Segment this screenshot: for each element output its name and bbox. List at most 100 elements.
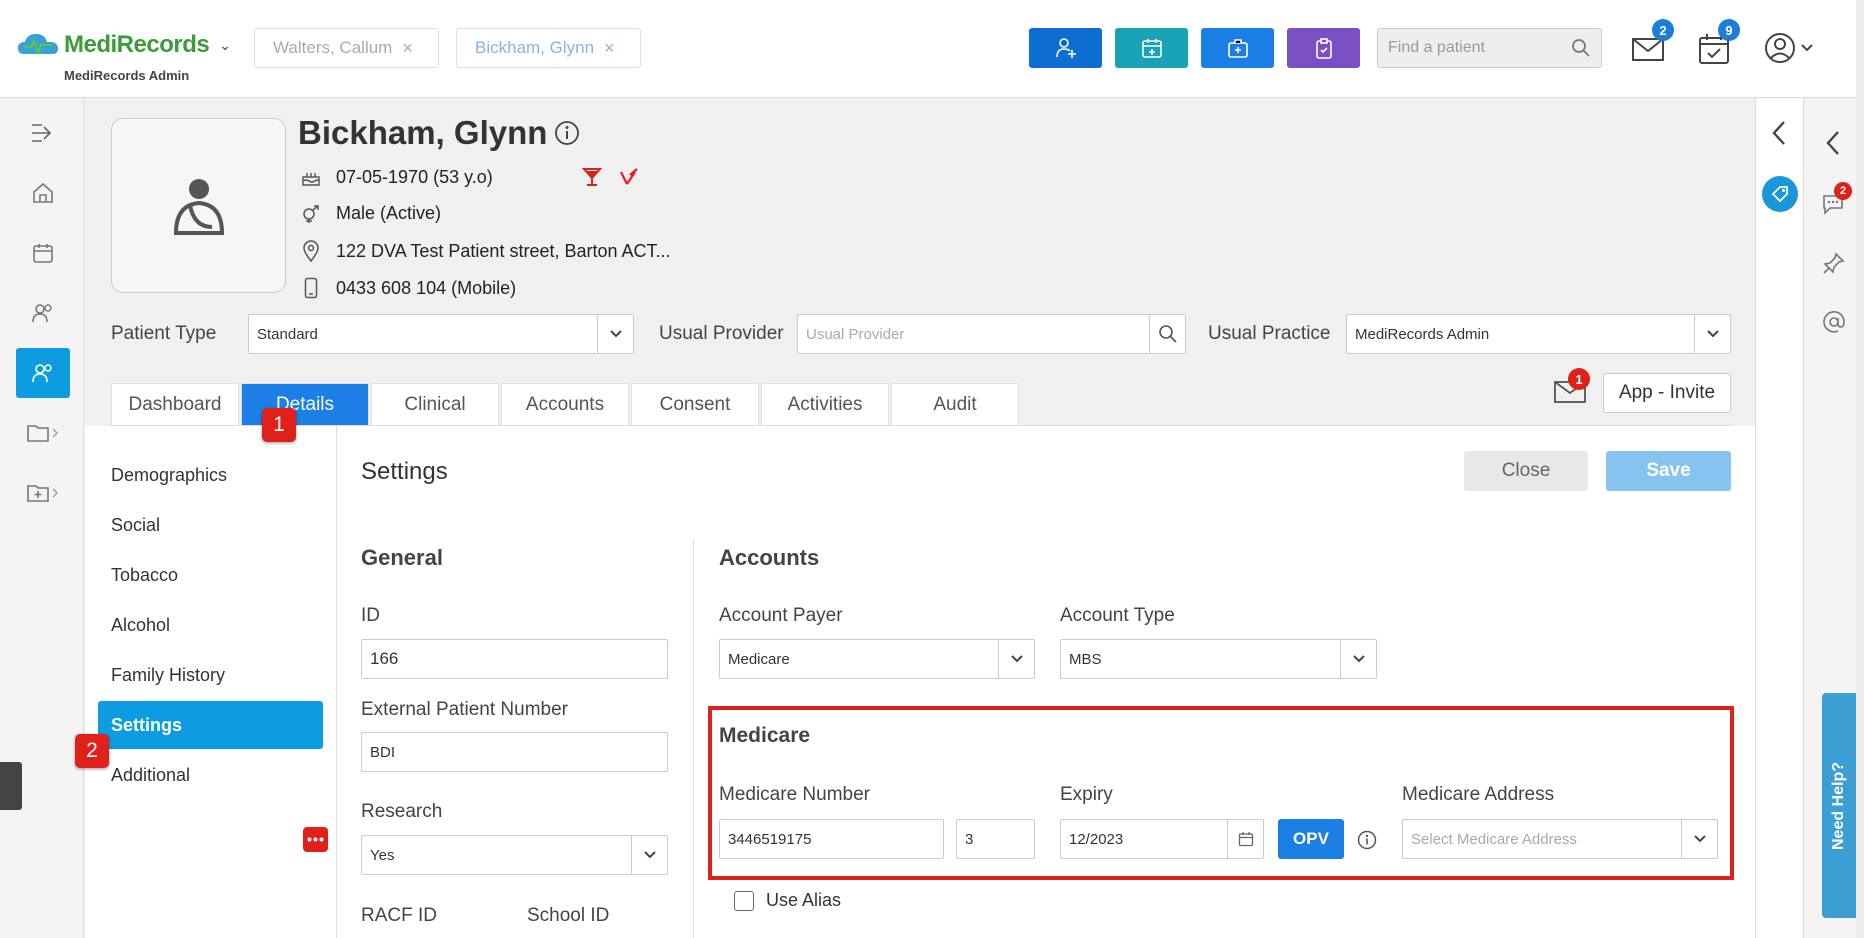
invite-mail-button[interactable]: 1	[1553, 368, 1590, 407]
chat-button[interactable]: 2	[1820, 182, 1852, 218]
nav-folder[interactable]	[16, 408, 70, 458]
tab-clinical[interactable]: Clinical	[371, 383, 499, 425]
patient-photo[interactable]	[111, 118, 286, 293]
usual-practice-value: MediRecords Admin	[1355, 325, 1490, 343]
menu-expand-icon	[32, 124, 52, 142]
search-icon[interactable]	[1149, 315, 1185, 353]
account-payer-select[interactable]: Medicare	[719, 639, 1035, 679]
external-patient-number-field[interactable]: BDI	[361, 732, 668, 772]
medicare-irn-field[interactable]: 3	[956, 819, 1035, 859]
mobile-phone-icon	[304, 277, 318, 299]
expiry-field[interactable]: 12/2023	[1060, 819, 1264, 859]
tab-consent[interactable]: Consent	[631, 383, 759, 425]
close-icon[interactable]: ×	[402, 38, 413, 59]
app-invite-button[interactable]: App - Invite	[1603, 373, 1731, 413]
medical-kit-button[interactable]	[1201, 28, 1274, 68]
nav-calendar[interactable]	[16, 228, 70, 278]
use-alias-row: Use Alias	[734, 890, 841, 911]
patient-phone: 0433 608 104 (Mobile)	[298, 277, 516, 299]
research-value: Yes	[370, 846, 395, 864]
chevron-down-icon[interactable]	[597, 315, 633, 353]
subnav-settings[interactable]: Settings	[98, 701, 323, 749]
subnav-additional[interactable]: Additional	[98, 751, 323, 799]
subnav-tobacco[interactable]: Tobacco	[98, 551, 323, 599]
general-section-title: General	[361, 545, 443, 570]
medicare-number-field[interactable]: 3446519175	[719, 819, 944, 859]
clipboard-button[interactable]	[1287, 28, 1360, 68]
patient-type-select[interactable]: Standard	[248, 314, 634, 354]
side-tab-handle[interactable]	[0, 762, 22, 810]
patient-tab-bickham[interactable]: Bickham, Glynn ×	[456, 28, 641, 68]
ellipsis-icon	[307, 837, 324, 842]
chevron-down-icon[interactable]	[1340, 640, 1376, 678]
account-type-select[interactable]: MBS	[1060, 639, 1377, 679]
tab-accounts[interactable]: Accounts	[501, 383, 629, 425]
tab-audit[interactable]: Audit	[891, 383, 1019, 425]
medicare-address-select[interactable]: Select Medicare Address	[1402, 819, 1718, 859]
search-icon[interactable]	[1571, 38, 1591, 58]
left-nav	[0, 98, 84, 938]
patient-name: Bickham, Glynn	[298, 114, 581, 152]
subnav-alcohol[interactable]: Alcohol	[98, 601, 323, 649]
chat-badge: 2	[1834, 182, 1852, 200]
calendar-add-icon	[1141, 39, 1162, 58]
tag-button[interactable]	[1762, 176, 1798, 212]
chevron-left-icon[interactable]	[1822, 128, 1844, 158]
add-user-icon	[1055, 38, 1076, 58]
usual-provider-input[interactable]: Usual Provider	[797, 314, 1186, 354]
nav-contacts[interactable]	[16, 288, 70, 338]
mention-icon[interactable]	[1822, 310, 1846, 334]
pin-icon[interactable]	[1822, 251, 1846, 275]
need-help-label: Need Help?	[1830, 761, 1848, 850]
subnav-demographics[interactable]: Demographics	[98, 451, 323, 499]
save-button[interactable]: Save	[1606, 451, 1731, 491]
mail-button[interactable]: 2	[1630, 19, 1674, 66]
research-select[interactable]: Yes	[361, 835, 668, 875]
chevron-down-icon[interactable]	[998, 640, 1034, 678]
calendar-icon[interactable]	[1227, 820, 1263, 858]
info-icon[interactable]	[553, 119, 581, 147]
close-icon[interactable]: ×	[604, 38, 615, 59]
id-value: 166	[370, 649, 399, 668]
close-button[interactable]: Close	[1464, 451, 1588, 491]
nav-patients[interactable]	[16, 348, 70, 398]
medicare-irn-value: 3	[965, 830, 974, 848]
nav-home[interactable]	[16, 168, 70, 218]
subnav-family-history[interactable]: Family History	[98, 651, 323, 699]
tab-details[interactable]: Details	[241, 383, 369, 425]
subnav-social[interactable]: Social	[98, 501, 323, 549]
expand-menu-button[interactable]	[16, 108, 70, 158]
opv-button[interactable]: OPV	[1278, 819, 1344, 859]
info-icon[interactable]	[1356, 829, 1378, 851]
brand-name: MediRecords	[64, 31, 210, 58]
app-logo[interactable]: MediRecords ⌄	[16, 30, 231, 60]
chevron-down-icon[interactable]	[1694, 315, 1730, 353]
chevron-down-icon[interactable]	[631, 836, 667, 874]
add-appointment-button[interactable]	[1115, 28, 1188, 68]
tasks-button[interactable]: 9	[1696, 19, 1740, 66]
add-patient-button[interactable]	[1029, 28, 1102, 68]
calendar-icon	[33, 244, 53, 263]
more-options-button[interactable]	[303, 827, 328, 852]
patient-name-text: Bickham, Glynn	[298, 114, 548, 151]
patient-search-input[interactable]: Find a patient	[1377, 28, 1602, 68]
step-badge-1: 1	[262, 408, 296, 442]
user-menu-button[interactable]	[1762, 30, 1822, 66]
patient-tabs: Dashboard Details Clinical Accounts Cons…	[111, 383, 1021, 425]
id-field[interactable]: 166	[361, 639, 668, 679]
nav-add-folder[interactable]	[16, 468, 70, 518]
user-avatar-icon	[1765, 33, 1813, 63]
tab-dashboard[interactable]: Dashboard	[111, 383, 239, 425]
alcohol-alert-icon[interactable]	[581, 166, 603, 188]
patient-tab-walters[interactable]: Walters, Callum ×	[254, 28, 439, 68]
smoking-alert-icon[interactable]	[617, 166, 639, 188]
id-label: ID	[361, 605, 380, 626]
chevron-down-icon[interactable]	[1681, 820, 1717, 858]
chevron-down-icon[interactable]: ⌄	[219, 37, 231, 54]
scrollbar[interactable]	[1856, 0, 1864, 938]
need-help-tab[interactable]: Need Help?	[1822, 693, 1856, 918]
chevron-left-icon[interactable]	[1768, 118, 1790, 148]
usual-practice-select[interactable]: MediRecords Admin	[1346, 314, 1731, 354]
tab-activities[interactable]: Activities	[761, 383, 889, 425]
use-alias-checkbox[interactable]	[734, 890, 754, 911]
